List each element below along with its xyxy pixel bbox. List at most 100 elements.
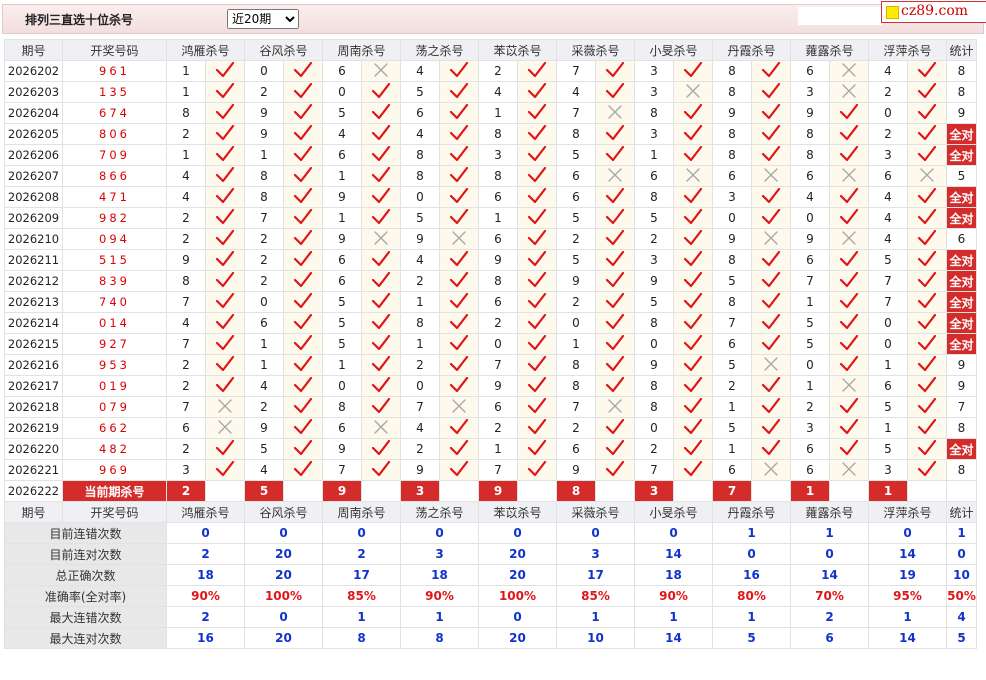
check-icon: [751, 291, 791, 313]
cross-icon: [829, 375, 869, 397]
kill-digit: 7: [166, 396, 206, 418]
column-header: 荡之杀号: [400, 39, 479, 61]
kill-digit: 6: [244, 312, 284, 334]
kill-digit: 8: [166, 102, 206, 124]
kill-digit: 7: [478, 354, 518, 376]
check-icon: [907, 123, 947, 145]
table-row: 2026204 674 8 9 5 6 1 7 8 9 9 0 9: [4, 102, 977, 124]
stat-value: 18: [400, 564, 479, 586]
kill-digit: 2: [400, 270, 440, 292]
check-icon: [205, 186, 245, 208]
kill-digit: 4: [868, 60, 908, 82]
kill-digit: 4: [244, 375, 284, 397]
stat-value: 90%: [400, 585, 479, 607]
kill-digit: 4: [790, 186, 830, 208]
row-total: 8: [946, 417, 977, 439]
check-icon: [673, 312, 713, 334]
kill-digit: 4: [166, 165, 206, 187]
kill-digit: 5: [634, 207, 674, 229]
check-icon: [283, 249, 323, 271]
check-icon: [283, 312, 323, 334]
kill-digit: 6: [322, 249, 362, 271]
kill-digit: 2: [868, 81, 908, 103]
check-icon: [361, 396, 401, 418]
stat-value: 14: [634, 627, 713, 649]
check-icon: [673, 417, 713, 439]
stat-row: 准确率(全对率) 90% 100% 85% 90% 100% 85% 90% 80% 70% 95%…: [4, 585, 977, 607]
stat-total: 0: [946, 543, 977, 565]
kill-digit: 5: [790, 312, 830, 334]
check-icon: [361, 291, 401, 313]
stat-total: 50%: [946, 585, 977, 607]
stat-value: 10: [556, 627, 635, 649]
check-icon: [517, 270, 557, 292]
check-icon: [829, 312, 869, 334]
check-icon: [361, 123, 401, 145]
cross-icon: [439, 396, 479, 418]
stat-value: 2: [166, 543, 245, 565]
check-icon: [361, 144, 401, 166]
check-icon: [517, 396, 557, 418]
stat-value: 80%: [712, 585, 791, 607]
row-total: 9: [946, 375, 977, 397]
check-icon: [439, 186, 479, 208]
check-icon: [283, 81, 323, 103]
kill-digit: 1: [478, 102, 518, 124]
current-kill-blank: [283, 480, 323, 502]
row-total: 8: [946, 81, 977, 103]
check-icon: [439, 333, 479, 355]
current-kill-digit: 5: [244, 480, 284, 502]
check-icon: [595, 228, 635, 250]
stat-label: 最大连错次数: [4, 606, 167, 628]
stat-value: 3: [400, 543, 479, 565]
kill-digit: 3: [868, 459, 908, 481]
kill-digit: 9: [634, 354, 674, 376]
check-icon: [595, 291, 635, 313]
kill-digit: 5: [400, 207, 440, 229]
column-header: 采薇杀号: [556, 39, 635, 61]
check-icon: [673, 186, 713, 208]
kill-digit: 1: [556, 333, 596, 355]
issue-number: 2026208: [4, 186, 63, 208]
kill-digit: 6: [478, 228, 518, 250]
check-icon: [751, 375, 791, 397]
kill-digit: 8: [400, 312, 440, 334]
period-select[interactable]: 近20期: [227, 9, 299, 29]
kill-digit: 2: [166, 123, 206, 145]
check-icon: [283, 102, 323, 124]
site-logo[interactable]: cz89.com: [881, 1, 986, 23]
table-row: 2026202 961 1 0 6 4 2 7 3 8 6 4 8: [4, 60, 977, 82]
winning-number: 740: [62, 291, 167, 313]
check-icon: [439, 102, 479, 124]
check-icon: [595, 312, 635, 334]
kill-digit: 1: [322, 354, 362, 376]
check-icon: [907, 207, 947, 229]
current-kill-digit: 7: [712, 480, 752, 502]
check-icon: [751, 60, 791, 82]
check-icon: [205, 459, 245, 481]
cross-icon: [595, 396, 635, 418]
kill-digit: 9: [634, 270, 674, 292]
kill-digit: 5: [868, 438, 908, 460]
stat-value: 20: [478, 543, 557, 565]
logo-square-icon: [886, 6, 899, 19]
kill-digit: 2: [712, 375, 752, 397]
kill-digit: 2: [634, 438, 674, 460]
check-icon: [361, 459, 401, 481]
check-icon: [829, 207, 869, 229]
current-kill-digit: 9: [478, 480, 518, 502]
check-icon: [283, 228, 323, 250]
column-header: 统计: [946, 39, 977, 61]
check-icon: [205, 333, 245, 355]
kill-digit: 6: [868, 165, 908, 187]
stat-value: 5: [712, 627, 791, 649]
check-icon: [751, 102, 791, 124]
current-total-blank: [946, 480, 977, 502]
kill-digit: 2: [166, 375, 206, 397]
kill-digit: 2: [166, 207, 206, 229]
check-icon: [595, 375, 635, 397]
check-icon: [751, 270, 791, 292]
check-icon: [517, 123, 557, 145]
issue-number: 2026219: [4, 417, 63, 439]
column-header: 开奖号码: [62, 501, 167, 523]
